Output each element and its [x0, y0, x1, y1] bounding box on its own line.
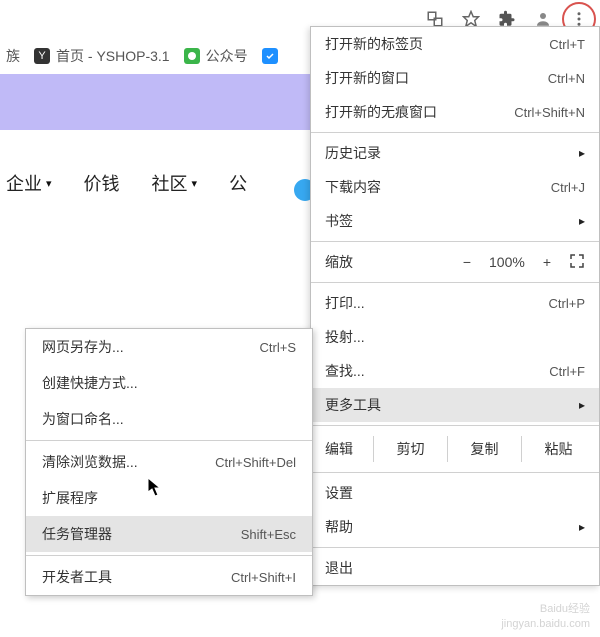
- copy-button[interactable]: 复制: [447, 436, 521, 462]
- tab-item[interactable]: [262, 48, 278, 64]
- zoom-in-button[interactable]: +: [543, 254, 551, 270]
- menu-separator: [311, 132, 599, 133]
- menu-item-settings[interactable]: 设置: [311, 476, 599, 510]
- shortcut-text: Ctrl+J: [551, 180, 585, 195]
- submenu-item-save-as[interactable]: 网页另存为... Ctrl+S: [26, 329, 312, 365]
- submenu-item-extensions[interactable]: 扩展程序: [26, 480, 312, 516]
- menu-separator: [311, 472, 599, 473]
- chevron-down-icon: ▾: [46, 177, 52, 190]
- nav-label: 社区: [152, 170, 188, 196]
- menu-label: 编辑: [315, 439, 373, 459]
- menu-label: 书签: [325, 211, 353, 231]
- zoom-controls: − 100% +: [463, 253, 585, 272]
- favicon: [262, 48, 278, 64]
- menu-label: 开发者工具: [42, 567, 112, 587]
- chevron-right-icon: ▸: [579, 214, 585, 228]
- menu-item-new-tab[interactable]: 打开新的标签页 Ctrl+T: [311, 27, 599, 61]
- menu-label: 打印...: [325, 293, 365, 313]
- menu-label: 查找...: [325, 361, 365, 381]
- menu-item-exit[interactable]: 退出: [311, 551, 599, 585]
- menu-separator: [311, 547, 599, 548]
- tab-label: 公众号: [206, 46, 248, 66]
- menu-label: 网页另存为...: [42, 337, 124, 357]
- submenu-item-create-shortcut[interactable]: 创建快捷方式...: [26, 365, 312, 401]
- menu-item-cast[interactable]: 投射...: [311, 320, 599, 354]
- menu-item-more-tools[interactable]: 更多工具 ▸: [311, 388, 599, 422]
- shortcut-text: Ctrl+N: [548, 71, 585, 86]
- zoom-out-button[interactable]: −: [463, 254, 471, 270]
- shortcut-text: Ctrl+T: [549, 37, 585, 52]
- menu-item-edit-row: 编辑 剪切 复制 粘贴: [311, 429, 599, 469]
- menu-separator: [26, 555, 312, 556]
- menu-item-print[interactable]: 打印... Ctrl+P: [311, 286, 599, 320]
- menu-label: 帮助: [325, 517, 353, 537]
- watermark: Baidu经验 jingyan.baidu.com: [501, 602, 590, 631]
- menu-label: 扩展程序: [42, 488, 98, 508]
- menu-separator: [26, 440, 312, 441]
- nav-label: 价钱: [84, 170, 120, 196]
- nav-item-community[interactable]: 社区 ▾: [152, 170, 198, 196]
- menu-label: 清除浏览数据...: [42, 452, 138, 472]
- nav-item-enterprise[interactable]: 企业 ▾: [6, 170, 52, 196]
- chrome-main-menu: 打开新的标签页 Ctrl+T 打开新的窗口 Ctrl+N 打开新的无痕窗口 Ct…: [310, 26, 600, 586]
- menu-label: 缩放: [325, 252, 353, 272]
- menu-label: 为窗口命名...: [42, 409, 124, 429]
- menu-separator: [311, 241, 599, 242]
- nav-label: 公: [229, 170, 247, 196]
- submenu-item-clear-data[interactable]: 清除浏览数据... Ctrl+Shift+Del: [26, 444, 312, 480]
- zoom-value: 100%: [489, 254, 525, 270]
- chevron-right-icon: ▸: [579, 398, 585, 412]
- menu-item-bookmarks[interactable]: 书签 ▸: [311, 204, 599, 238]
- submenu-item-name-window[interactable]: 为窗口命名...: [26, 401, 312, 437]
- tab-item[interactable]: 族: [6, 46, 20, 66]
- shortcut-text: Ctrl+Shift+N: [514, 105, 585, 120]
- menu-separator: [311, 282, 599, 283]
- menu-item-incognito[interactable]: 打开新的无痕窗口 Ctrl+Shift+N: [311, 95, 599, 129]
- menu-label: 打开新的无痕窗口: [325, 102, 437, 122]
- shortcut-text: Ctrl+Shift+Del: [215, 455, 296, 470]
- chevron-right-icon: ▸: [579, 146, 585, 160]
- shortcut-text: Shift+Esc: [241, 527, 296, 542]
- menu-item-find[interactable]: 查找... Ctrl+F: [311, 354, 599, 388]
- watermark-text: jingyan.baidu.com: [501, 617, 590, 631]
- submenu-item-dev-tools[interactable]: 开发者工具 Ctrl+Shift+I: [26, 559, 312, 595]
- submenu-item-task-manager[interactable]: 任务管理器 Shift+Esc: [26, 516, 312, 552]
- cut-button[interactable]: 剪切: [373, 436, 447, 462]
- fullscreen-icon[interactable]: [569, 253, 585, 272]
- watermark-text: Baidu经验: [501, 602, 590, 616]
- chevron-down-icon: ▾: [192, 177, 198, 190]
- tab-item[interactable]: 公众号: [184, 46, 248, 66]
- menu-item-history[interactable]: 历史记录 ▸: [311, 136, 599, 170]
- chevron-right-icon: ▸: [579, 520, 585, 534]
- menu-label: 打开新的窗口: [325, 68, 409, 88]
- more-tools-submenu: 网页另存为... Ctrl+S 创建快捷方式... 为窗口命名... 清除浏览数…: [25, 328, 313, 596]
- favicon: [184, 48, 200, 64]
- menu-label: 创建快捷方式...: [42, 373, 138, 393]
- menu-label: 打开新的标签页: [325, 34, 423, 54]
- tab-label: 首页 - YSHOP-3.1: [56, 46, 170, 66]
- shortcut-text: Ctrl+S: [260, 340, 296, 355]
- nav-item-price[interactable]: 价钱: [84, 170, 120, 196]
- menu-label: 设置: [325, 483, 353, 503]
- menu-item-new-window[interactable]: 打开新的窗口 Ctrl+N: [311, 61, 599, 95]
- tab-label: 族: [6, 46, 20, 66]
- favicon: Y: [34, 48, 50, 64]
- menu-item-zoom: 缩放 − 100% +: [311, 245, 599, 279]
- nav-label: 企业: [6, 170, 42, 196]
- menu-separator: [311, 425, 599, 426]
- menu-label: 下载内容: [325, 177, 381, 197]
- paste-button[interactable]: 粘贴: [521, 436, 595, 462]
- menu-label: 历史记录: [325, 143, 381, 163]
- menu-label: 更多工具: [325, 395, 381, 415]
- shortcut-text: Ctrl+Shift+I: [231, 570, 296, 585]
- shortcut-text: Ctrl+P: [549, 296, 585, 311]
- tab-item[interactable]: Y 首页 - YSHOP-3.1: [34, 46, 170, 66]
- nav-item-cut[interactable]: 公: [229, 170, 253, 196]
- menu-label: 退出: [325, 558, 353, 578]
- menu-label: 投射...: [325, 327, 365, 347]
- shortcut-text: Ctrl+F: [549, 364, 585, 379]
- menu-label: 任务管理器: [42, 524, 112, 544]
- menu-item-downloads[interactable]: 下载内容 Ctrl+J: [311, 170, 599, 204]
- menu-item-help[interactable]: 帮助 ▸: [311, 510, 599, 544]
